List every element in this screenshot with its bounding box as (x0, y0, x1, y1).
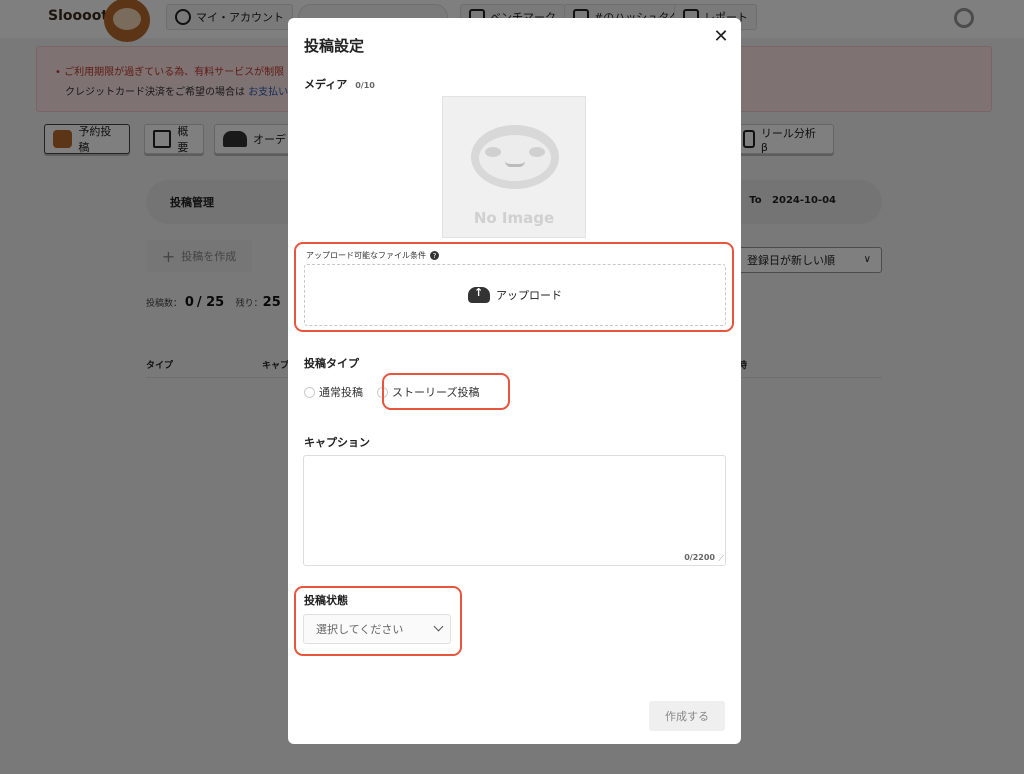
create-submit-button[interactable]: 作成する (649, 701, 725, 731)
story-highlight (382, 373, 510, 410)
caption-textarea[interactable]: 0/2200 ⟋ (303, 455, 726, 566)
media-count: 0/10 (355, 81, 375, 90)
help-icon[interactable]: ? (430, 251, 439, 260)
resize-handle-icon[interactable]: ⟋ (718, 554, 724, 564)
upload-conditions: アップロード可能なファイル条件 ? (306, 250, 439, 261)
chevron-down-icon (433, 621, 444, 632)
close-icon[interactable]: ✕ (711, 26, 731, 47)
media-label: メディア 0/10 (304, 78, 375, 91)
upload-highlight: アップロード可能なファイル条件 ? アップロード (294, 242, 734, 332)
caption-char-count: 0/2200 (684, 553, 715, 562)
upload-dropzone[interactable]: アップロード (304, 264, 726, 326)
cloud-upload-icon (468, 286, 490, 303)
modal-title: 投稿設定 (304, 37, 365, 55)
post-type-label: 投稿タイプ (304, 357, 359, 370)
post-state-select[interactable]: 選択してください (303, 614, 451, 644)
post-state-placeholder: 選択してください (316, 623, 404, 636)
radio-normal[interactable]: 通常投稿 (304, 384, 363, 400)
upload-button-label: アップロード (496, 289, 562, 302)
sloth-face-icon (471, 125, 559, 189)
post-settings-modal: 投稿設定 ✕ メディア 0/10 No Image アップロード可能なファイル条件… (288, 18, 741, 744)
radio-normal-label: 通常投稿 (319, 386, 363, 399)
post-state-label: 投稿状態 (304, 594, 348, 607)
radio-circle-icon (304, 386, 315, 398)
caption-label: キャプション (304, 436, 370, 449)
no-image-placeholder: No Image (442, 96, 586, 238)
no-image-text: No Image (473, 209, 555, 227)
